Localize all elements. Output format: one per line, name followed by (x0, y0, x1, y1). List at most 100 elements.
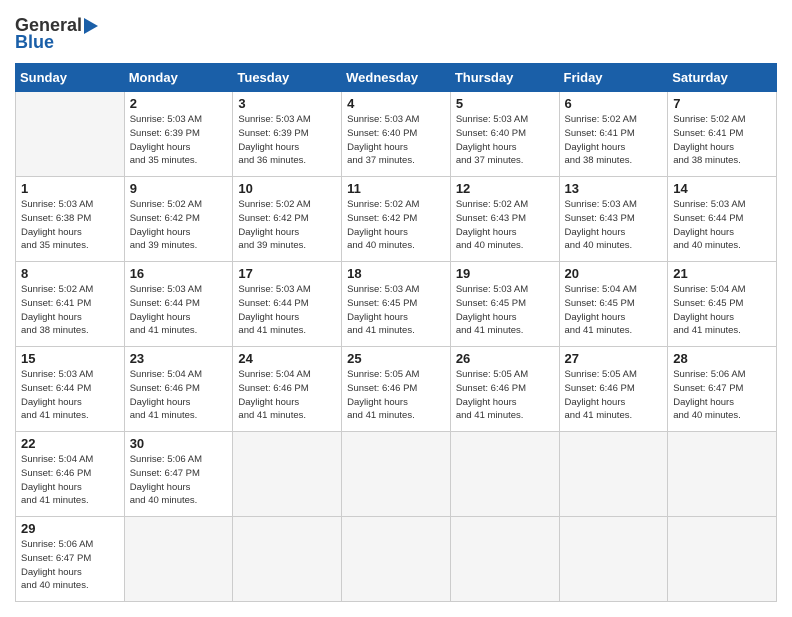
weekday-header-saturday: Saturday (668, 64, 777, 92)
weekday-header-thursday: Thursday (450, 64, 559, 92)
calendar-cell (233, 432, 342, 517)
calendar-cell: 5 Sunrise: 5:03 AMSunset: 6:40 PMDaylight… (450, 92, 559, 177)
calendar-cell: 30 Sunrise: 5:06 AMSunset: 6:47 PMDayligh… (124, 432, 233, 517)
day-info: Sunrise: 5:05 AMSunset: 6:46 PMDaylight … (565, 369, 637, 421)
day-info: Sunrise: 5:02 AMSunset: 6:41 PMDaylight … (565, 114, 637, 166)
weekday-header-row: SundayMondayTuesdayWednesdayThursdayFrid… (16, 64, 777, 92)
day-info: Sunrise: 5:03 AMSunset: 6:40 PMDaylight … (456, 114, 528, 166)
weekday-header-sunday: Sunday (16, 64, 125, 92)
day-number: 25 (347, 351, 445, 366)
day-info: Sunrise: 5:03 AMSunset: 6:43 PMDaylight … (565, 199, 637, 251)
day-info: Sunrise: 5:04 AMSunset: 6:45 PMDaylight … (565, 284, 637, 336)
week-row-3: 8Sunrise: 5:02 AMSunset: 6:41 PMDaylight… (16, 262, 777, 347)
day-number: 3 (238, 96, 336, 111)
day-number: 21 (673, 266, 771, 281)
calendar-cell: 21 Sunrise: 5:04 AMSunset: 6:45 PMDayligh… (668, 262, 777, 347)
calendar-cell: 19Sunrise: 5:03 AMSunset: 6:45 PMDayligh… (450, 262, 559, 347)
day-number: 2 (130, 96, 228, 111)
calendar-cell (233, 517, 342, 602)
calendar-cell (342, 432, 451, 517)
day-info: Sunrise: 5:03 AMSunset: 6:38 PMDaylight … (21, 199, 93, 251)
day-number: 12 (456, 181, 554, 196)
calendar-cell: 22Sunrise: 5:04 AMSunset: 6:46 PMDayligh… (16, 432, 125, 517)
week-row-5: 22Sunrise: 5:04 AMSunset: 6:46 PMDayligh… (16, 432, 777, 517)
calendar-cell (559, 517, 668, 602)
calendar-cell (450, 432, 559, 517)
day-info: Sunrise: 5:03 AMSunset: 6:39 PMDaylight … (130, 114, 202, 166)
calendar-cell: 18Sunrise: 5:03 AMSunset: 6:45 PMDayligh… (342, 262, 451, 347)
day-number: 30 (130, 436, 228, 451)
day-info: Sunrise: 5:03 AMSunset: 6:44 PMDaylight … (238, 284, 310, 336)
calendar-cell: 24 Sunrise: 5:04 AMSunset: 6:46 PMDayligh… (233, 347, 342, 432)
day-info: Sunrise: 5:05 AMSunset: 6:46 PMDaylight … (347, 369, 419, 421)
calendar-cell: 6 Sunrise: 5:02 AMSunset: 6:41 PMDaylight… (559, 92, 668, 177)
day-info: Sunrise: 5:02 AMSunset: 6:43 PMDaylight … (456, 199, 528, 251)
day-number: 28 (673, 351, 771, 366)
calendar-table: SundayMondayTuesdayWednesdayThursdayFrid… (15, 63, 777, 602)
calendar-cell: 17 Sunrise: 5:03 AMSunset: 6:44 PMDayligh… (233, 262, 342, 347)
day-info: Sunrise: 5:04 AMSunset: 6:46 PMDaylight … (130, 369, 202, 421)
day-info: Sunrise: 5:02 AMSunset: 6:42 PMDaylight … (347, 199, 419, 251)
week-row-6: 29Sunrise: 5:06 AMSunset: 6:47 PMDayligh… (16, 517, 777, 602)
calendar-cell: 11Sunrise: 5:02 AMSunset: 6:42 PMDayligh… (342, 177, 451, 262)
calendar-cell: 15Sunrise: 5:03 AMSunset: 6:44 PMDayligh… (16, 347, 125, 432)
day-number: 27 (565, 351, 663, 366)
day-info: Sunrise: 5:06 AMSunset: 6:47 PMDaylight … (130, 454, 202, 506)
day-info: Sunrise: 5:03 AMSunset: 6:39 PMDaylight … (238, 114, 310, 166)
calendar-cell: 3 Sunrise: 5:03 AMSunset: 6:39 PMDaylight… (233, 92, 342, 177)
day-info: Sunrise: 5:03 AMSunset: 6:44 PMDaylight … (130, 284, 202, 336)
day-number: 9 (130, 181, 228, 196)
day-number: 17 (238, 266, 336, 281)
calendar-cell: 23Sunrise: 5:04 AMSunset: 6:46 PMDayligh… (124, 347, 233, 432)
day-info: Sunrise: 5:03 AMSunset: 6:44 PMDaylight … (673, 199, 745, 251)
day-info: Sunrise: 5:02 AMSunset: 6:42 PMDaylight … (238, 199, 310, 251)
day-number: 24 (238, 351, 336, 366)
logo-blue: Blue (15, 32, 54, 53)
calendar-cell: 4 Sunrise: 5:03 AMSunset: 6:40 PMDaylight… (342, 92, 451, 177)
logo-arrow-icon (84, 18, 98, 34)
calendar-cell: 7Sunrise: 5:02 AMSunset: 6:41 PMDaylight… (668, 92, 777, 177)
day-number: 15 (21, 351, 119, 366)
calendar-cell (559, 432, 668, 517)
calendar-cell: 8Sunrise: 5:02 AMSunset: 6:41 PMDaylight… (16, 262, 125, 347)
calendar-cell: 12 Sunrise: 5:02 AMSunset: 6:43 PMDayligh… (450, 177, 559, 262)
day-number: 8 (21, 266, 119, 281)
day-number: 4 (347, 96, 445, 111)
calendar-cell (16, 92, 125, 177)
day-info: Sunrise: 5:03 AMSunset: 6:45 PMDaylight … (456, 284, 528, 336)
calendar-cell: 26 Sunrise: 5:05 AMSunset: 6:46 PMDayligh… (450, 347, 559, 432)
weekday-header-tuesday: Tuesday (233, 64, 342, 92)
day-info: Sunrise: 5:05 AMSunset: 6:46 PMDaylight … (456, 369, 528, 421)
calendar-cell: 10Sunrise: 5:02 AMSunset: 6:42 PMDayligh… (233, 177, 342, 262)
day-number: 13 (565, 181, 663, 196)
week-row-4: 15Sunrise: 5:03 AMSunset: 6:44 PMDayligh… (16, 347, 777, 432)
calendar-cell: 2 Sunrise: 5:03 AMSunset: 6:39 PMDaylight… (124, 92, 233, 177)
day-info: Sunrise: 5:04 AMSunset: 6:45 PMDaylight … (673, 284, 745, 336)
calendar-cell: 13 Sunrise: 5:03 AMSunset: 6:43 PMDayligh… (559, 177, 668, 262)
day-info: Sunrise: 5:06 AMSunset: 6:47 PMDaylight … (673, 369, 745, 421)
day-info: Sunrise: 5:03 AMSunset: 6:40 PMDaylight … (347, 114, 419, 166)
day-number: 29 (21, 521, 119, 536)
calendar-cell: 14 Sunrise: 5:03 AMSunset: 6:44 PMDayligh… (668, 177, 777, 262)
calendar-cell: 29Sunrise: 5:06 AMSunset: 6:47 PMDayligh… (16, 517, 125, 602)
day-number: 14 (673, 181, 771, 196)
weekday-header-friday: Friday (559, 64, 668, 92)
calendar-cell (450, 517, 559, 602)
weekday-header-monday: Monday (124, 64, 233, 92)
calendar-cell: 20Sunrise: 5:04 AMSunset: 6:45 PMDayligh… (559, 262, 668, 347)
calendar-cell: 27 Sunrise: 5:05 AMSunset: 6:46 PMDayligh… (559, 347, 668, 432)
calendar-cell (342, 517, 451, 602)
calendar-cell (668, 517, 777, 602)
header: General Blue (15, 15, 777, 53)
day-info: Sunrise: 5:04 AMSunset: 6:46 PMDaylight … (238, 369, 310, 421)
day-number: 22 (21, 436, 119, 451)
day-number: 6 (565, 96, 663, 111)
calendar-cell: 9Sunrise: 5:02 AMSunset: 6:42 PMDaylight… (124, 177, 233, 262)
day-number: 5 (456, 96, 554, 111)
calendar-cell: 16Sunrise: 5:03 AMSunset: 6:44 PMDayligh… (124, 262, 233, 347)
logo: General Blue (15, 15, 98, 53)
calendar-cell (668, 432, 777, 517)
day-number: 7 (673, 96, 771, 111)
calendar-cell (124, 517, 233, 602)
day-number: 26 (456, 351, 554, 366)
